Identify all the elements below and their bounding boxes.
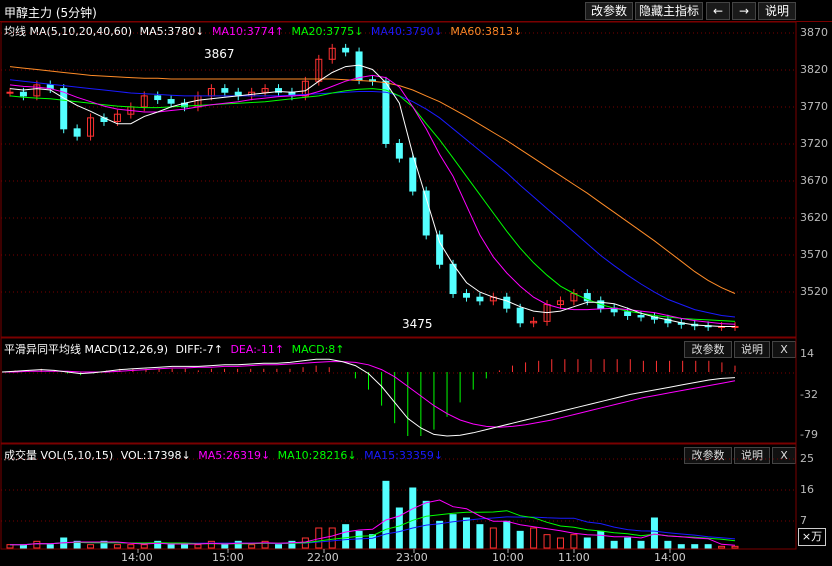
volume-bar-up [207,540,215,549]
volume-bar-up [530,527,538,549]
volume-bar-down [462,517,470,549]
volume-bar-up [127,544,135,549]
candle-down [516,307,524,324]
volume-bar-up [194,544,202,549]
ma40-line [9,79,736,318]
volume-bar-up [113,544,121,549]
candle-down [73,128,81,137]
volume-bar-down [342,524,350,549]
candle-down [409,157,417,192]
volume-bar-down [46,544,54,549]
volume-bar-down [637,540,645,549]
volume-bar-down [610,540,618,549]
volume-bar-down [221,544,229,549]
ma10-line [9,74,736,325]
volume-bar-down [704,544,712,549]
volume-bar-down [503,520,511,549]
volume-bar-up [33,540,41,549]
volume-bar-down [476,524,484,549]
volume-bar-down [664,540,672,549]
volume-bar-up [570,534,578,549]
volume-bar-up [248,544,256,549]
candle-down [637,315,645,318]
volume-bar-down [275,544,283,549]
volume-bar-down [369,534,376,549]
volume-bar-down [597,530,605,549]
dea-line [2,361,736,428]
volume-bar-down [516,530,524,549]
volume-bar-up [731,545,739,549]
candle-down [476,296,484,302]
chart-window: 甲醇主力 (5分钟) 改参数 隐藏主指标 ← → 说明 均线 MA(5,10,2… [0,0,832,566]
volume-bar-down [691,544,699,549]
candle-down [449,263,457,295]
volume-bar-up [328,527,336,549]
volume-bar-down [181,544,189,549]
volume-bar-down [167,544,175,549]
volume-bar-up [543,534,551,549]
volume-bar-down [395,507,403,549]
volume-bar-down [436,520,444,549]
volume-bar-down [382,480,390,549]
candle-up [6,91,14,94]
ma5-line [9,64,735,327]
candle-down [462,293,470,298]
candle-down [436,234,444,265]
volume-bar-down [583,537,591,549]
candle-down [624,311,632,317]
diff-line [1,358,736,437]
macd-pane-frame [0,337,797,444]
volume-bar-up [718,545,726,549]
volume-bar-down [650,517,658,549]
kline-chart[interactable] [0,0,832,566]
candle-down [60,88,68,130]
volume-bar-up [556,537,564,549]
volume-bar-down [677,544,685,549]
candle-down [167,99,175,104]
volume-bar-down [355,530,363,549]
main-pane-frame [0,21,797,338]
volume-bar-down [449,514,457,549]
candle-down [154,95,162,101]
volume-bar-up [140,544,148,549]
volume-bar-up [489,527,497,549]
candle-down [19,91,27,97]
candle-down [221,88,229,93]
volume-bar-up [87,544,95,549]
ma60-line [9,66,736,294]
volume-bar-down [409,487,417,549]
volume-bar-down [234,540,242,549]
candle-down [503,296,511,309]
candle-down [395,142,403,159]
candle-down [342,47,350,53]
volume-bar-down [624,537,632,549]
